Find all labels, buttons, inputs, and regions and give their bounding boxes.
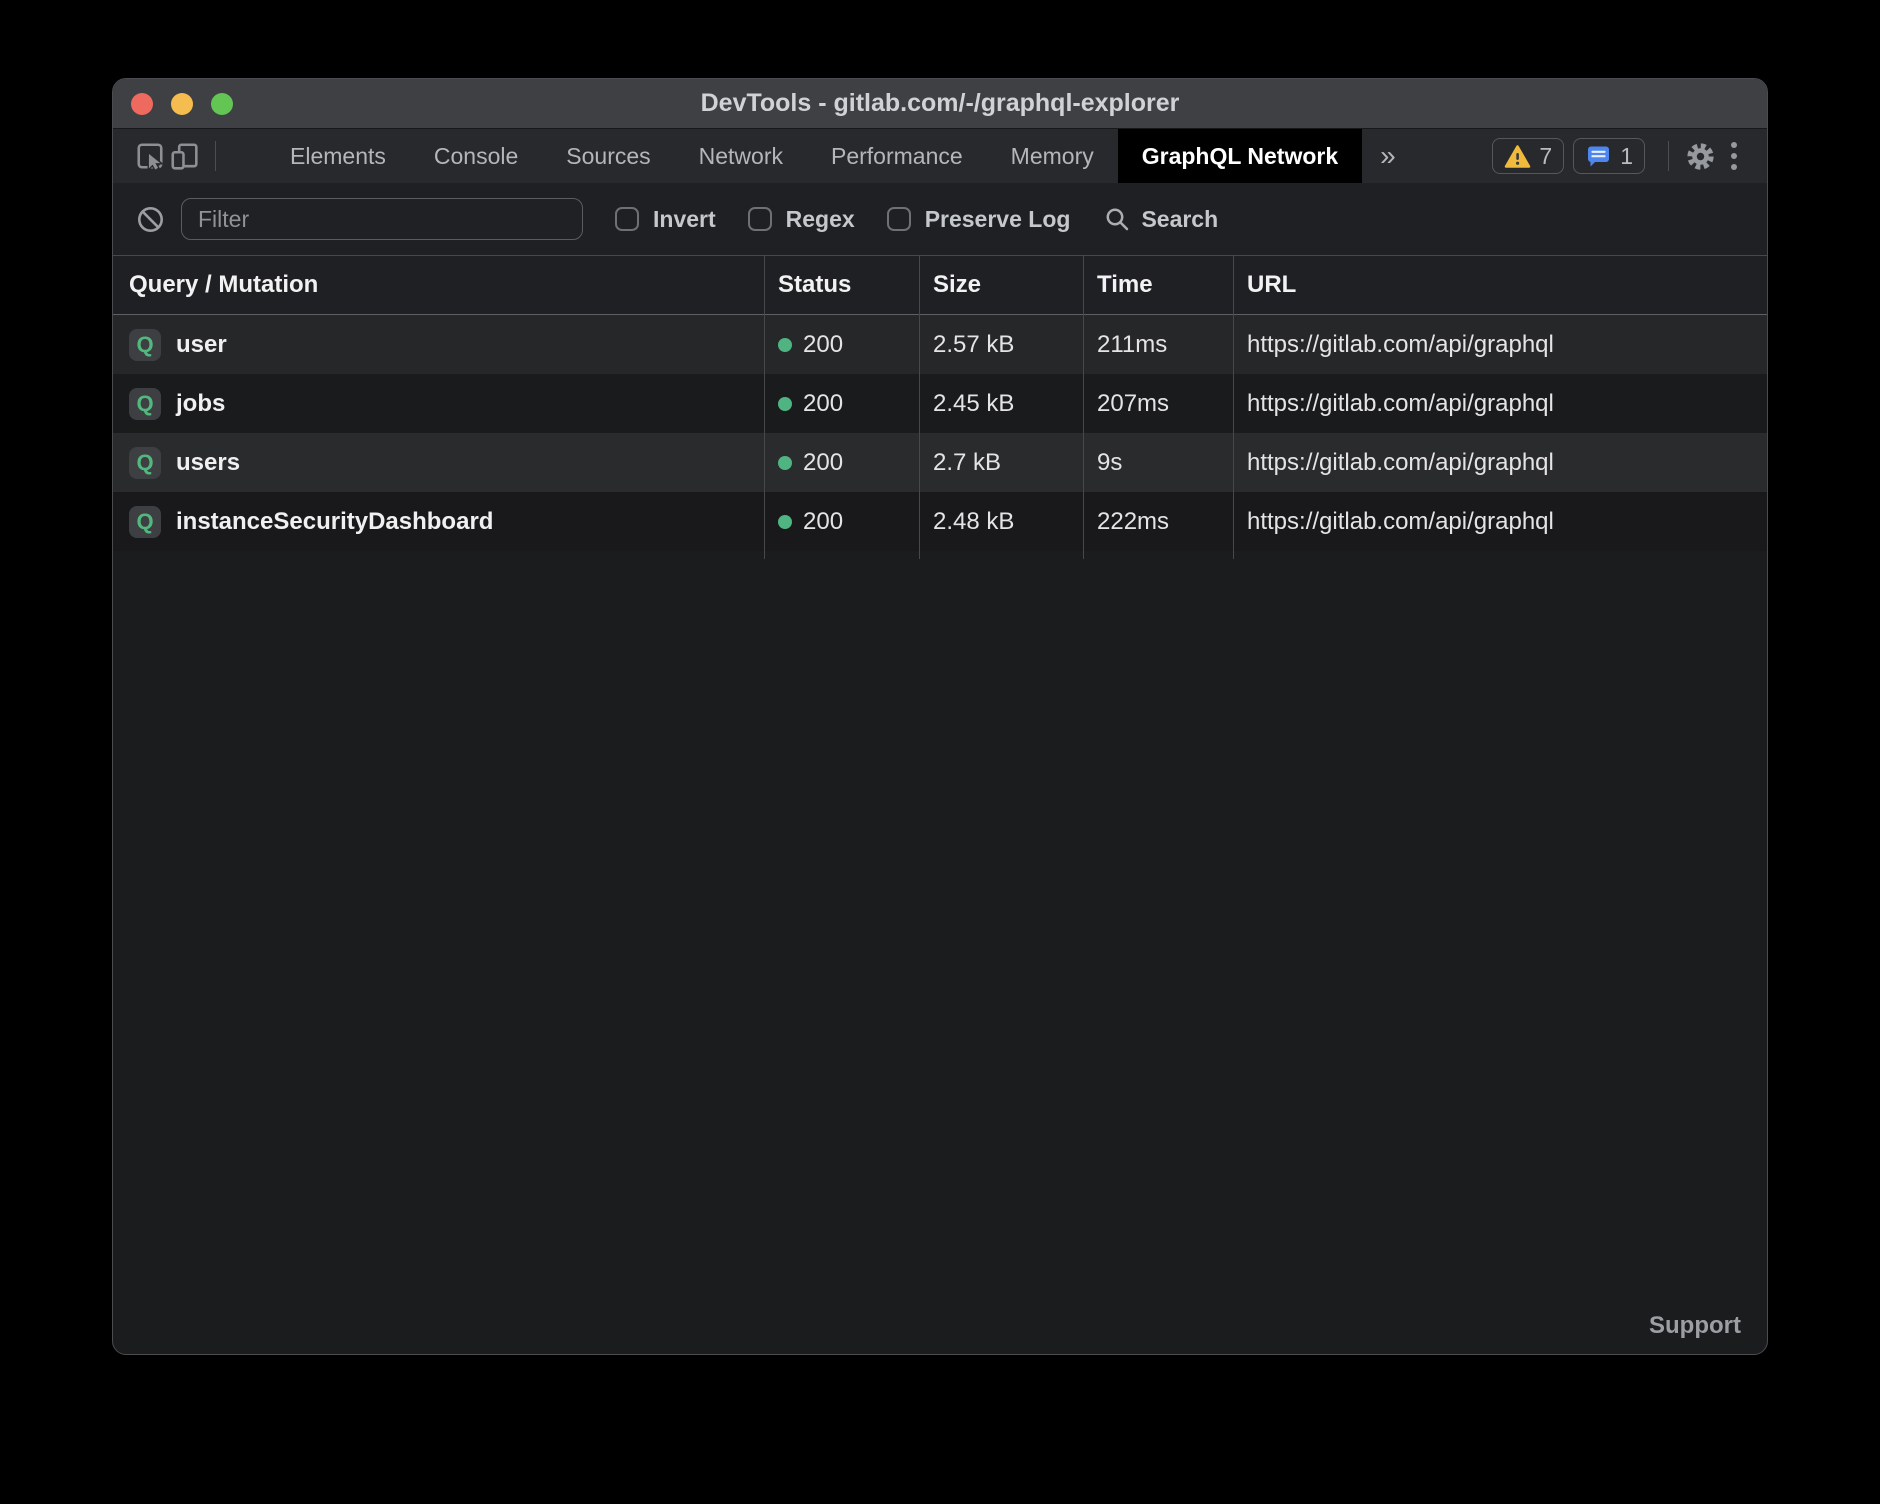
tab-graphql-network[interactable]: GraphQL Network [1118,129,1362,183]
size-value: 2.48 kB [919,508,1083,536]
toggle-device-toolbar-button[interactable] [167,139,201,173]
table-header-row: Query / Mutation Status Size Time URL [113,255,1767,315]
invert-label: Invert [653,206,716,233]
device-toolbar-icon [169,141,199,171]
filter-input[interactable] [181,198,583,240]
column-divider [764,255,765,559]
status-ok-dot [778,515,792,529]
inspect-element-button[interactable] [133,139,167,173]
tab-elements[interactable]: Elements [266,129,410,183]
requests-table: Query / Mutation Status Size Time URL Q … [113,255,1767,551]
status-ok-dot [778,338,792,352]
titlebar[interactable]: DevTools - gitlab.com/-/graphql-explorer [113,79,1767,129]
query-type-badge: Q [129,388,161,420]
warning-count: 7 [1539,143,1552,170]
block-icon [136,205,165,234]
settings-button[interactable] [1683,139,1717,173]
inspect-cursor-icon [135,141,165,171]
warnings-badge-button[interactable]: 7 [1492,138,1564,174]
query-name: jobs [176,390,225,418]
query-name: user [176,331,227,359]
filter-toolbar: Invert Regex Preserve Log Search [113,183,1767,255]
column-divider [919,255,920,559]
status-ok-dot [778,456,792,470]
status-ok-dot [778,397,792,411]
status-code: 200 [803,331,843,359]
time-value: 207ms [1083,390,1233,418]
query-type-badge: Q [129,447,161,479]
toolbar-separator [1668,141,1669,171]
status-code: 200 [803,508,843,536]
column-divider [1233,255,1234,559]
panel-tabs: Elements Console Sources Network Perform… [266,129,1362,183]
column-header-query-mutation[interactable]: Query / Mutation [113,271,764,299]
invert-checkbox[interactable] [615,207,639,231]
query-name: users [176,449,240,477]
table-row[interactable]: Q user 200 2.57 kB 211ms https://gitlab.… [113,315,1767,374]
column-header-status[interactable]: Status [764,271,919,299]
time-value: 9s [1083,449,1233,477]
size-value: 2.57 kB [919,331,1083,359]
devtools-window: DevTools - gitlab.com/-/graphql-explorer… [112,78,1768,1355]
search-icon [1104,206,1131,233]
size-value: 2.45 kB [919,390,1083,418]
search-label: Search [1141,206,1218,233]
table-row[interactable]: Q instanceSecurityDashboard 200 2.48 kB … [113,492,1767,551]
gear-icon [1685,141,1716,172]
column-divider [1083,255,1084,559]
issues-count: 1 [1620,143,1633,170]
status-code: 200 [803,449,843,477]
tab-network[interactable]: Network [675,129,807,183]
devtools-toolbar: Elements Console Sources Network Perform… [113,129,1767,183]
size-value: 2.7 kB [919,449,1083,477]
tab-console[interactable]: Console [410,129,542,183]
url-value: https://gitlab.com/api/graphql [1233,331,1767,359]
more-tabs-button[interactable]: » [1362,140,1414,172]
time-value: 222ms [1083,508,1233,536]
more-options-button[interactable] [1717,142,1751,170]
time-value: 211ms [1083,331,1233,359]
warning-triangle-icon [1504,144,1531,169]
toolbar-separator [215,141,216,171]
query-type-badge: Q [129,329,161,361]
preserve-log-checkbox-group[interactable]: Preserve Log [887,206,1071,233]
kebab-menu-icon [1731,142,1737,170]
query-type-badge: Q [129,506,161,538]
query-name: instanceSecurityDashboard [176,508,493,536]
preserve-log-label: Preserve Log [925,206,1071,233]
tab-memory[interactable]: Memory [987,129,1118,183]
tab-performance[interactable]: Performance [807,129,987,183]
regex-checkbox[interactable] [748,207,772,231]
column-header-time[interactable]: Time [1083,271,1233,299]
regex-label: Regex [786,206,855,233]
table-row[interactable]: Q users 200 2.7 kB 9s https://gitlab.com… [113,433,1767,492]
issues-badge-button[interactable]: 1 [1573,138,1645,174]
message-bubble-icon [1585,143,1612,170]
window-title: DevTools - gitlab.com/-/graphql-explorer [113,89,1767,118]
column-header-size[interactable]: Size [919,271,1083,299]
table-row[interactable]: Q jobs 200 2.45 kB 207ms https://gitlab.… [113,374,1767,433]
preserve-log-checkbox[interactable] [887,207,911,231]
invert-checkbox-group[interactable]: Invert [615,206,716,233]
tab-sources[interactable]: Sources [542,129,674,183]
support-link[interactable]: Support [1649,1312,1741,1340]
column-header-url[interactable]: URL [1233,271,1767,299]
url-value: https://gitlab.com/api/graphql [1233,390,1767,418]
url-value: https://gitlab.com/api/graphql [1233,449,1767,477]
chevron-double-right-icon: » [1380,140,1396,171]
search-button[interactable]: Search [1104,206,1218,233]
url-value: https://gitlab.com/api/graphql [1233,508,1767,536]
status-code: 200 [803,390,843,418]
regex-checkbox-group[interactable]: Regex [748,206,855,233]
clear-button[interactable] [133,202,167,236]
